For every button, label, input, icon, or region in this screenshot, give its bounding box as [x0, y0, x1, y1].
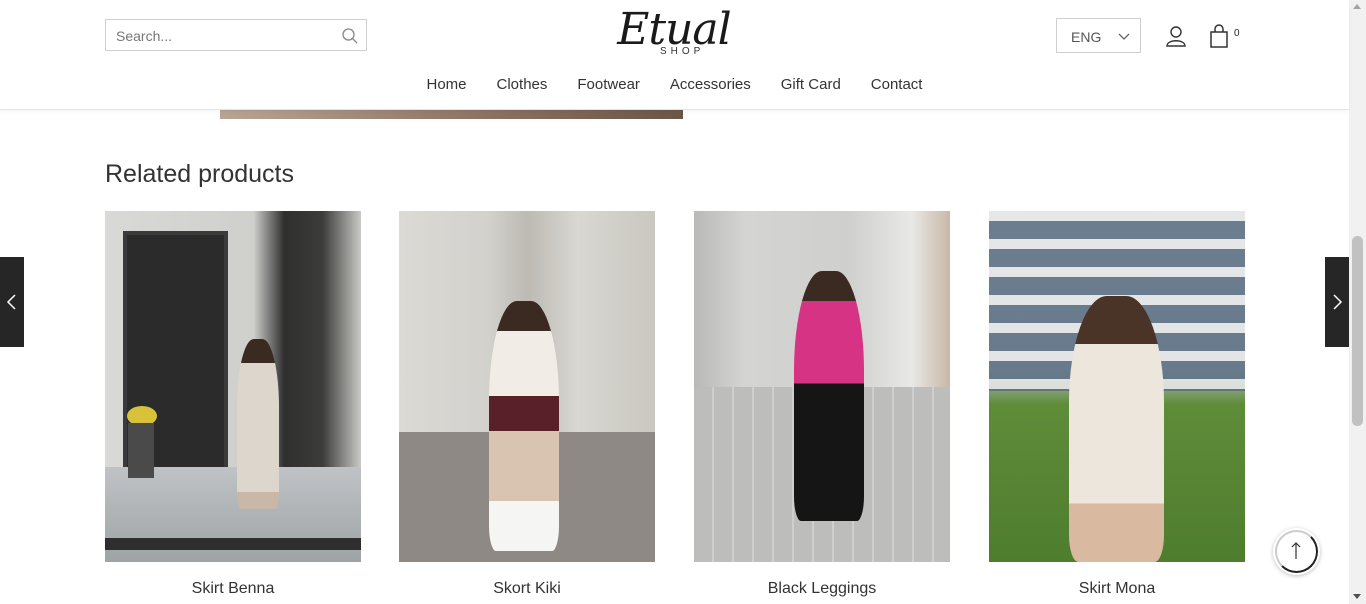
- search-icon[interactable]: [341, 27, 359, 45]
- product-name[interactable]: Skirt Benna: [105, 580, 361, 598]
- page-scrollbar[interactable]: [1349, 0, 1366, 604]
- product-image[interactable]: [399, 211, 655, 562]
- cart-count: 0: [1234, 28, 1240, 39]
- product-name[interactable]: Skort Kiki: [399, 580, 655, 598]
- product-card[interactable]: Skort Kiki: [399, 211, 655, 597]
- main-nav: Home Clothes Footwear Accessories Gift C…: [0, 76, 1349, 93]
- product-name[interactable]: Black Leggings: [694, 580, 950, 598]
- product-image[interactable]: [105, 211, 361, 562]
- arrow-up-icon: [1291, 542, 1301, 559]
- product-card[interactable]: Skirt Mona: [989, 211, 1245, 597]
- chevron-down-icon: [1118, 33, 1130, 40]
- product-card[interactable]: Skirt Benna: [105, 211, 361, 597]
- nav-clothes[interactable]: Clothes: [482, 76, 563, 93]
- product-name[interactable]: Skirt Mona: [989, 580, 1245, 598]
- language-select[interactable]: ENG: [1056, 18, 1141, 53]
- logo-sub: SHOP: [660, 46, 705, 57]
- carousel-prev-button[interactable]: [0, 257, 24, 347]
- scrollbar-thumb[interactable]: [1352, 236, 1363, 426]
- scroll-up-arrow[interactable]: [1353, 4, 1361, 9]
- nav-home[interactable]: Home: [412, 76, 482, 93]
- logo[interactable]: Etual SHOP: [596, 4, 752, 62]
- product-image[interactable]: [989, 211, 1245, 562]
- section-title: Related products: [105, 160, 295, 188]
- search-placeholder: Search...: [116, 28, 173, 44]
- language-value: ENG: [1071, 29, 1102, 45]
- cart-icon[interactable]: [1208, 24, 1230, 48]
- product-card[interactable]: Black Leggings: [694, 211, 950, 597]
- nav-gift-card[interactable]: Gift Card: [766, 76, 856, 93]
- scroll-down-arrow[interactable]: [1353, 594, 1361, 599]
- nav-accessories[interactable]: Accessories: [655, 76, 766, 93]
- product-image-remnant: [220, 110, 683, 119]
- site-header: Search... Etual SHOP Home Clothes Footwe…: [0, 0, 1349, 110]
- nav-contact[interactable]: Contact: [856, 76, 938, 93]
- chevron-left-icon: [6, 294, 16, 310]
- product-image[interactable]: [694, 211, 950, 562]
- user-icon[interactable]: [1164, 24, 1188, 48]
- carousel-next-button[interactable]: [1325, 257, 1349, 347]
- search-input[interactable]: Search...: [105, 19, 367, 51]
- chevron-right-icon: [1333, 294, 1343, 310]
- nav-footwear[interactable]: Footwear: [562, 76, 655, 93]
- scroll-to-top-button[interactable]: [1273, 528, 1320, 575]
